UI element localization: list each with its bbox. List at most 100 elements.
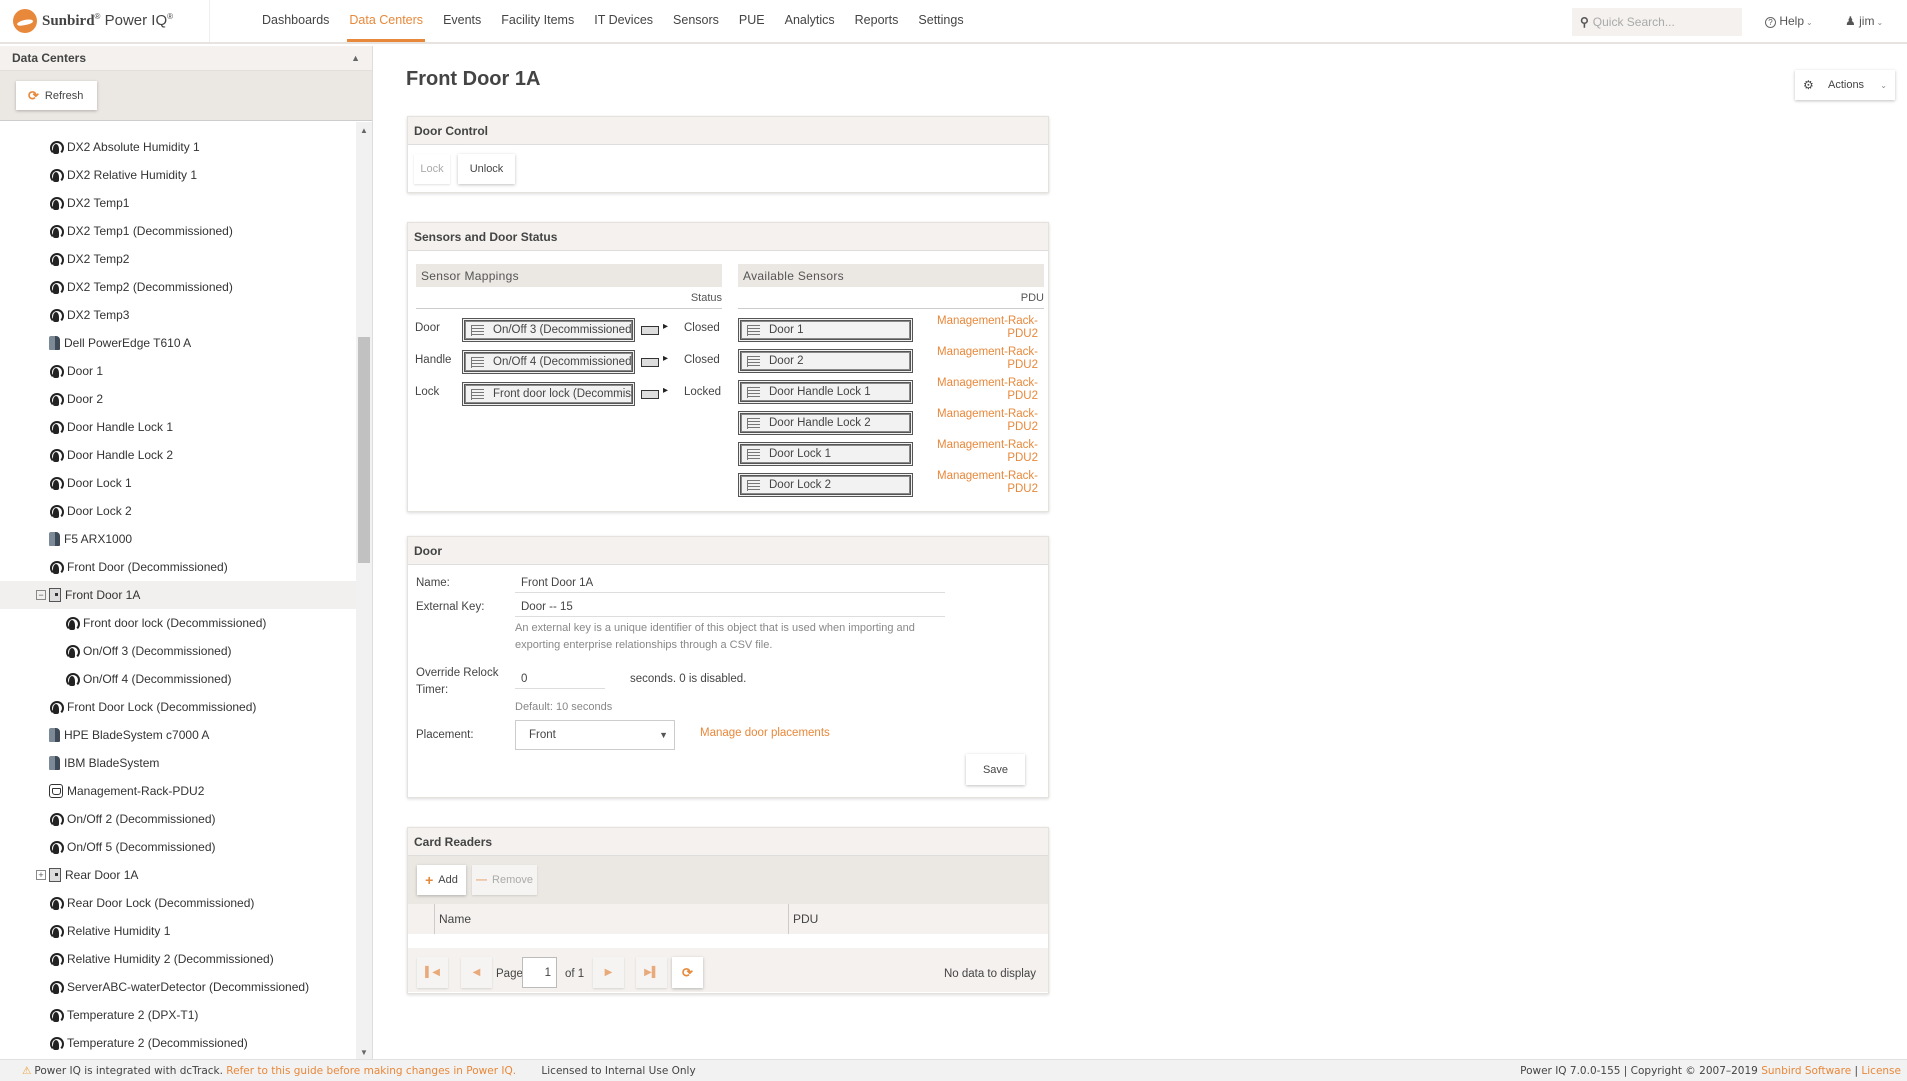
nav-item-dashboards[interactable]: Dashboards [252,0,339,41]
user-menu[interactable]: ♟ jim ⌄ [1845,14,1883,28]
first-page-button[interactable]: ▌◀ [417,957,448,988]
help-menu[interactable]: ? Help ⌄ [1765,14,1813,28]
nav-item-pue[interactable]: PUE [729,0,775,41]
tree-item[interactable]: DX2 Temp2 [0,245,357,273]
nav-item-it-devices[interactable]: IT Devices [584,0,663,41]
last-page-icon: ▶▌ [644,967,659,978]
remove-button[interactable]: — Remove [472,865,537,895]
map-sensor-button[interactable] [641,385,668,400]
logo[interactable]: Sunbird® Power IQ® [0,0,210,42]
tree-item[interactable]: Door 1 [0,357,357,385]
lock-button[interactable]: Lock [414,154,450,184]
tree-item[interactable]: Relative Humidity 1 [0,917,357,945]
tree-item[interactable]: Door Handle Lock 2 [0,441,357,469]
actions-button[interactable]: ⚙ Actions ⌄ [1795,70,1895,100]
scrollbar-thumb[interactable] [358,337,370,563]
tree-item[interactable]: On/Off 3 (Decommissioned) [0,637,357,665]
tree-item[interactable]: DX2 Temp2 (Decommissioned) [0,273,357,301]
sensor-icon [49,980,64,995]
available-sensor[interactable]: Door 2 [738,349,913,373]
nav-item-data-centers[interactable]: Data Centers [339,0,433,42]
tree-item[interactable]: Dell PowerEdge T610 A [0,329,357,357]
name-input[interactable] [515,573,945,593]
mapped-sensor[interactable]: On/Off 4 (Decommissioned) [462,350,635,374]
relock-timer-input[interactable] [515,669,605,689]
tree-item[interactable]: Door Handle Lock 1 [0,413,357,441]
tree-item[interactable]: Front Door Lock (Decommissioned) [0,693,357,721]
grid-refresh-button[interactable]: ⟳ [672,957,703,988]
name-column-header[interactable]: Name [435,904,789,934]
tree-item[interactable]: Temperature 2 (DPX-T1) [0,1001,357,1029]
save-button[interactable]: Save [966,754,1025,785]
pdu-link[interactable]: Management-Rack-PDU2 [928,315,1038,341]
collapse-icon[interactable]: ▲ [351,53,360,63]
refresh-button[interactable]: ⟳ Refresh [16,81,98,110]
license-link[interactable]: License [1861,1065,1901,1077]
placement-select[interactable]: Front ▼ [515,720,675,750]
available-sensor[interactable]: Door Handle Lock 1 [738,380,913,404]
map-sensor-button[interactable] [641,353,668,368]
tree-item[interactable]: DX2 Relative Humidity 1 [0,161,357,189]
tree-item[interactable]: + Rear Door 1A [0,861,357,889]
available-sensor[interactable]: Door Lock 2 [738,473,913,497]
sensor-icon [49,840,64,855]
nav-item-reports[interactable]: Reports [845,0,909,41]
tree-item[interactable]: Front Door (Decommissioned) [0,553,357,581]
manage-placements-link[interactable]: Manage door placements [700,727,830,739]
pdu-link[interactable]: Management-Rack-PDU2 [928,346,1038,372]
next-page-button[interactable]: ▶ [593,957,624,988]
nav-item-settings[interactable]: Settings [908,0,973,41]
tree-item[interactable]: IBM BladeSystem [0,749,357,777]
guide-link[interactable]: Refer to this guide before making change… [226,1065,516,1077]
sidebar-scrollbar[interactable]: ▲ ▼ [356,122,372,1059]
unlock-button[interactable]: Unlock [458,154,515,184]
tree-item[interactable]: On/Off 5 (Decommissioned) [0,833,357,861]
available-sensor[interactable]: Door Lock 1 [738,442,913,466]
tree-item[interactable]: DX2 Absolute Humidity 1 [0,133,357,161]
tree-item[interactable]: ServerABC-waterDetector (Decommissioned) [0,973,357,1001]
page-number-input[interactable] [522,957,557,988]
pdu-link[interactable]: Management-Rack-PDU2 [928,439,1038,465]
quick-search[interactable]: ⚲ [1572,8,1742,36]
tree-item[interactable]: Front door lock (Decommissioned) [0,609,357,637]
company-link[interactable]: Sunbird Software [1761,1065,1851,1077]
tree-item[interactable]: HPE BladeSystem c7000 A [0,721,357,749]
tree-item[interactable]: Door 2 [0,385,357,413]
quick-search-input[interactable] [1592,15,1733,29]
nav-item-facility-items[interactable]: Facility Items [491,0,584,41]
tree-item[interactable]: DX2 Temp3 [0,301,357,329]
tree-item[interactable]: Temperature 2 (Decommissioned) [0,1029,357,1057]
pdu-link[interactable]: Management-Rack-PDU2 [928,377,1038,403]
tree-item[interactable]: On/Off 2 (Decommissioned) [0,805,357,833]
scroll-down-icon[interactable]: ▼ [360,1048,368,1057]
collapse-icon[interactable]: − [36,590,46,600]
tree-item[interactable]: Relative Humidity 2 (Decommissioned) [0,945,357,973]
pdu-column-header[interactable]: PDU [789,904,818,934]
prev-page-button[interactable]: ◀ [461,957,492,988]
available-sensor[interactable]: Door 1 [738,318,913,342]
tree-item[interactable]: Management-Rack-PDU2 [0,777,357,805]
mapped-sensor[interactable]: On/Off 3 (Decommissioned) [462,318,635,342]
expand-icon[interactable]: + [36,870,46,880]
tree-item[interactable]: DX2 Temp1 [0,189,357,217]
map-sensor-button[interactable] [641,321,668,336]
external-key-input[interactable] [515,597,945,617]
nav-item-sensors[interactable]: Sensors [663,0,729,41]
pdu-link[interactable]: Management-Rack-PDU2 [928,408,1038,434]
last-page-button[interactable]: ▶▌ [636,957,667,988]
tree-item[interactable]: Door Lock 2 [0,497,357,525]
mapped-sensor[interactable]: Front door lock (Decommissioned) [462,382,635,406]
nav-item-events[interactable]: Events [433,0,491,41]
tree-item[interactable]: Door Lock 1 [0,469,357,497]
tree-item[interactable]: F5 ARX1000 [0,525,357,553]
tree-item[interactable]: Rear Door Lock (Decommissioned) [0,889,357,917]
chevron-down-icon: ⌄ [1880,80,1887,90]
add-button[interactable]: + Add [417,865,466,895]
pdu-link[interactable]: Management-Rack-PDU2 [928,470,1038,496]
nav-item-analytics[interactable]: Analytics [775,0,845,41]
tree-item[interactable]: DX2 Temp1 (Decommissioned) [0,217,357,245]
available-sensor[interactable]: Door Handle Lock 2 [738,411,913,435]
tree-item[interactable]: On/Off 4 (Decommissioned) [0,665,357,693]
tree-item[interactable]: − Front Door 1A [0,581,357,609]
scroll-up-icon[interactable]: ▲ [360,126,368,135]
